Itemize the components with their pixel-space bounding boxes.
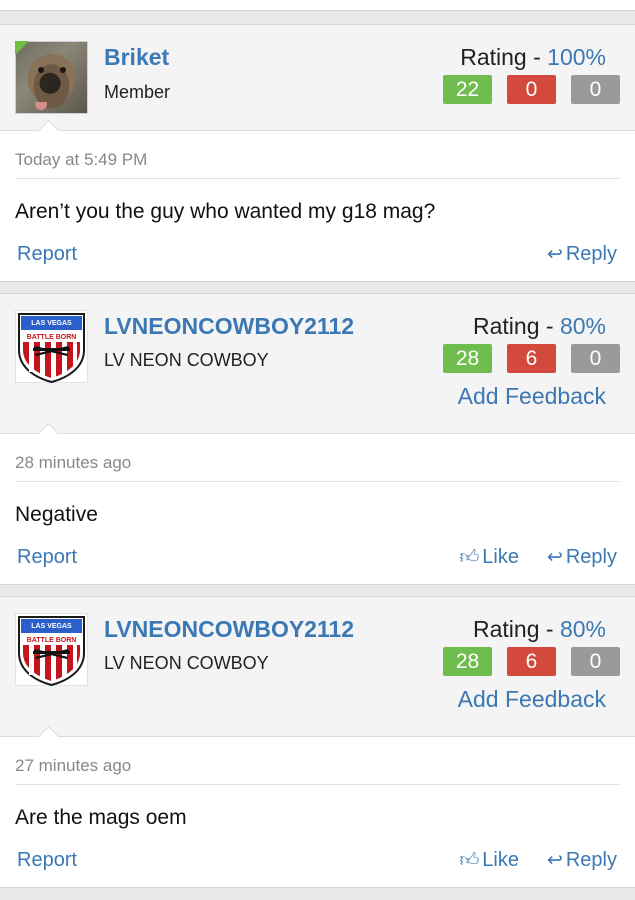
rating-label: Rating - — [473, 313, 560, 339]
reply-label: Reply — [565, 849, 617, 871]
post-header: LAS VEGAS BATTLE BORN LVNEONCOWBOY2112 L… — [0, 597, 635, 737]
avatar-tongue — [35, 102, 47, 110]
rating-label: Rating - — [460, 44, 548, 70]
rating-label: Rating - — [473, 616, 560, 642]
avatar[interactable] — [15, 41, 88, 114]
post-body: 27 minutes ago Are the mags oem Report 👍… — [0, 737, 635, 887]
avatar-text-top: LAS VEGAS — [31, 623, 72, 630]
like-label: Like — [482, 546, 519, 568]
add-feedback-link[interactable]: Add Feedback — [458, 383, 606, 410]
post-timestamp[interactable]: Today at 5:49 PM — [15, 131, 620, 179]
rating-value: 80% — [559, 313, 606, 339]
reply-button[interactable]: ↩ Reply — [547, 849, 617, 872]
negative-feedback-count[interactable]: 6 — [507, 344, 556, 373]
previous-post-edge — [0, 0, 635, 11]
rating: Rating - 100% — [460, 44, 606, 71]
reply-label: Reply — [565, 243, 617, 265]
post-timestamp[interactable]: 28 minutes ago — [15, 434, 620, 482]
feedback-counts: 28 6 0 — [443, 647, 620, 676]
post-body: Today at 5:49 PM Aren’t you the guy who … — [0, 131, 635, 281]
neutral-feedback-count[interactable]: 0 — [571, 75, 620, 104]
username[interactable]: LVNEONCOWBOY2112 — [104, 616, 354, 643]
post-actions: Report 👍︎ Like ↩ Reply — [15, 843, 620, 887]
battle-born-shield-icon: LAS VEGAS BATTLE BORN — [18, 616, 85, 686]
post-header: Briket Member Rating - 100% 22 0 0 — [0, 25, 635, 131]
report-link[interactable]: Report — [17, 849, 77, 872]
post: LAS VEGAS BATTLE BORN LVNEONCOWBOY2112 L… — [0, 596, 635, 888]
avatar[interactable]: LAS VEGAS BATTLE BORN — [15, 613, 88, 686]
rating-value: 80% — [559, 616, 606, 642]
username[interactable]: Briket — [104, 44, 169, 71]
positive-feedback-count[interactable]: 28 — [443, 647, 492, 676]
feedback-counts: 22 0 0 — [443, 75, 620, 104]
post-body: 28 minutes ago Negative Report 👍︎ Like ↩ R… — [0, 434, 635, 584]
avatar-text-banner: BATTLE BORN — [27, 334, 77, 341]
battle-born-shield-icon: LAS VEGAS BATTLE BORN — [18, 313, 85, 383]
like-button[interactable]: 👍︎ Like — [459, 849, 519, 872]
rating: Rating - 80% — [473, 313, 606, 340]
reply-arrow-icon: ↩ — [546, 547, 563, 568]
post-message: Are the mags oem — [15, 806, 187, 829]
thumbs-up-icon: 👍︎ — [459, 850, 480, 871]
user-title: LV NEON COWBOY — [104, 350, 269, 370]
negative-feedback-count[interactable]: 0 — [507, 75, 556, 104]
post: LAS VEGAS BATTLE BORN LVNEONCOWBOY2112 L… — [0, 293, 635, 585]
user-title: LV NEON COWBOY — [104, 653, 269, 673]
online-indicator — [15, 41, 29, 55]
negative-feedback-count[interactable]: 6 — [507, 647, 556, 676]
neutral-feedback-count[interactable]: 0 — [571, 647, 620, 676]
reply-button[interactable]: ↩ Reply — [547, 546, 617, 569]
positive-feedback-count[interactable]: 28 — [443, 344, 492, 373]
avatar-text-top: LAS VEGAS — [31, 320, 72, 327]
avatar-text-banner: BATTLE BORN — [27, 637, 77, 644]
feedback-counts: 28 6 0 — [443, 344, 620, 373]
post-header: LAS VEGAS BATTLE BORN LVNEONCOWBOY2112 L… — [0, 294, 635, 434]
user-title: Member — [104, 82, 171, 102]
rating: Rating - 80% — [473, 616, 606, 643]
avatar-eye — [60, 67, 66, 73]
avatar[interactable]: LAS VEGAS BATTLE BORN — [15, 310, 88, 383]
reply-arrow-icon: ↩ — [546, 244, 563, 265]
username[interactable]: LVNEONCOWBOY2112 — [104, 313, 354, 340]
post-message: Aren’t you the guy who wanted my g18 mag… — [15, 200, 436, 223]
rating-value: 100% — [547, 44, 606, 70]
positive-feedback-count[interactable]: 22 — [443, 75, 492, 104]
add-feedback-link[interactable]: Add Feedback — [458, 686, 606, 713]
avatar-eye — [38, 67, 44, 73]
neutral-feedback-count[interactable]: 0 — [571, 344, 620, 373]
post-timestamp[interactable]: 27 minutes ago — [15, 737, 620, 785]
post-message: Negative — [15, 503, 98, 526]
post-actions: Report 👍︎ Like ↩ Reply — [15, 540, 620, 584]
like-button[interactable]: 👍︎ Like — [459, 546, 519, 569]
report-link[interactable]: Report — [17, 546, 77, 569]
post: Briket Member Rating - 100% 22 0 0 Today… — [0, 24, 635, 282]
post-actions: Report ↩ Reply — [15, 237, 620, 281]
reply-label: Reply — [565, 546, 617, 568]
like-label: Like — [482, 849, 519, 871]
report-link[interactable]: Report — [17, 243, 77, 266]
reply-arrow-icon: ↩ — [546, 850, 563, 871]
reply-button[interactable]: ↩ Reply — [547, 243, 617, 266]
thumbs-up-icon: 👍︎ — [459, 547, 480, 568]
